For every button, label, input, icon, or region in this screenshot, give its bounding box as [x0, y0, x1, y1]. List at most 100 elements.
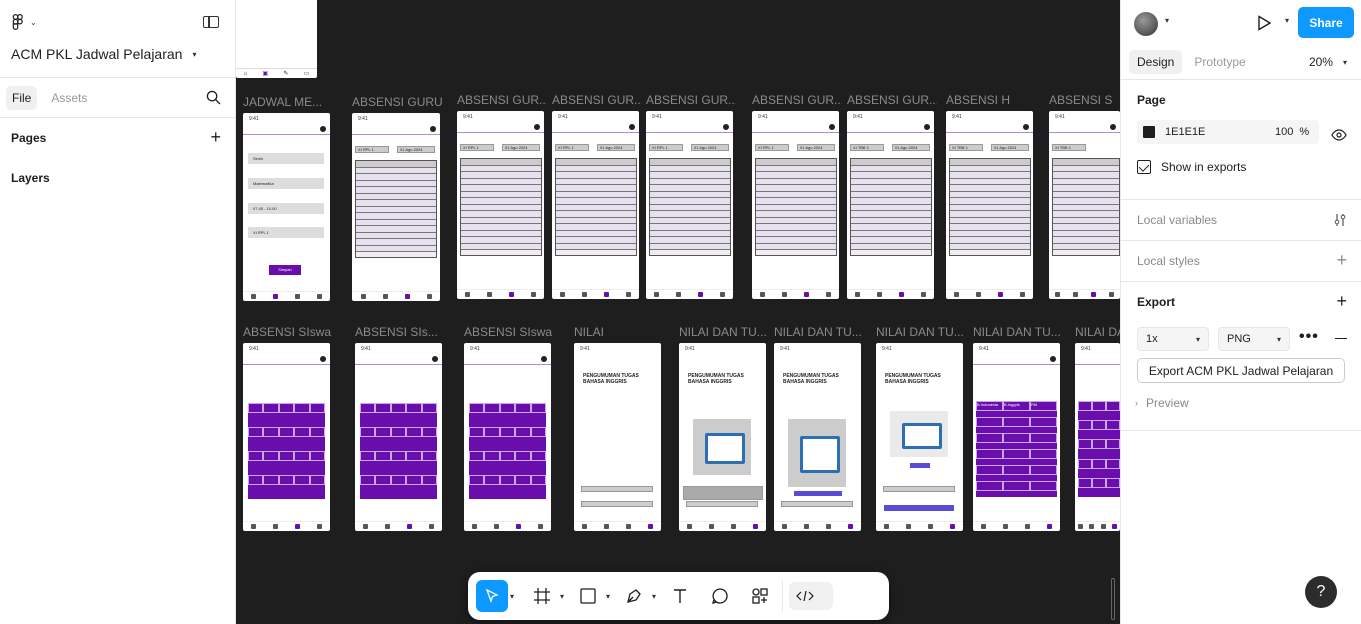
frame-nilai-tugas-3[interactable]: 9:41 PENGUMUMAN TUGAS BAHASA INGGRIS [876, 343, 963, 531]
tab-design[interactable]: Design [1129, 49, 1183, 74]
move-tool[interactable] [476, 580, 508, 612]
text-icon [674, 589, 687, 603]
frame-absensi-siswa-3[interactable]: 9:41 [464, 343, 551, 531]
frame-absensi-guru-3[interactable]: 9:41 XI RPL 1 01 Agu 2024 [552, 111, 639, 299]
frame-label[interactable]: ABSENSI H [946, 93, 1036, 107]
page-color-hex[interactable]: 1E1E1E [1165, 126, 1275, 138]
right-panel-header: ▾ ▾ Share [1121, 0, 1361, 44]
tab-prototype[interactable]: Prototype [1186, 50, 1253, 74]
frame-absensi-siswa[interactable]: 9:41 [243, 343, 330, 531]
project-name-menu[interactable]: ACM PKL Jadwal Pelajaran ▾ [11, 46, 196, 62]
chevron-down-icon[interactable]: ▾ [1285, 16, 1289, 25]
frame-label[interactable]: NILAI DAN TU... [774, 325, 864, 339]
dev-mode-toggle[interactable] [789, 582, 834, 610]
local-styles-section[interactable]: Local styles + [1121, 241, 1361, 282]
frame-absensi-h[interactable]: 9:41 XI TBB 1 01 Agu 2024 [946, 111, 1033, 299]
variables-settings-icon[interactable] [1333, 213, 1347, 227]
class-dropdown: XI TBB 1 [850, 144, 884, 151]
chevron-down-icon[interactable]: ▾ [510, 592, 514, 601]
frame-absensi-siswa-2[interactable]: 9:41 [355, 343, 442, 531]
preview-toggle[interactable]: › Preview [1135, 396, 1189, 410]
frame-label[interactable]: ABSENSI GUR... [646, 93, 736, 107]
frame-label[interactable]: ABSENSI S [1049, 93, 1120, 107]
pen-tool[interactable] [618, 580, 650, 612]
grades-grid: B.Indonesia B.Inggris PAI [976, 401, 1057, 497]
share-button[interactable]: Share [1298, 7, 1354, 38]
chevron-down-icon[interactable]: ▾ [652, 592, 656, 601]
frame-absensi-guru-4[interactable]: 9:41 XI RPL 1 01 Agu 2024 [646, 111, 733, 299]
play-icon[interactable] [1257, 15, 1271, 31]
frame-absensi-guru-6[interactable]: 9:41 XI TBB 1 01 Agu 2024 [847, 111, 934, 299]
add-export-icon[interactable]: + [1336, 292, 1347, 310]
comment-tool[interactable] [704, 580, 736, 612]
text-tool[interactable] [664, 580, 696, 612]
book-image [693, 419, 751, 475]
page-opacity[interactable]: 100 [1275, 126, 1293, 138]
chevron-down-icon[interactable]: ▾ [606, 592, 610, 601]
remove-export-icon[interactable] [1335, 338, 1347, 340]
frame-jadwal[interactable]: 9:41 Senin Matematika 07.45 - 10.00 XI R… [243, 113, 330, 301]
frame-label[interactable]: NILAI [574, 325, 664, 339]
frame-absensi-s[interactable]: 9:41 XI TBB 1 [1049, 111, 1120, 299]
export-format-select[interactable]: PNG ▾ [1218, 327, 1290, 351]
more-options-icon[interactable]: ••• [1299, 328, 1319, 346]
sidebar-toggle-icon[interactable] [203, 16, 219, 28]
page-section: Page 1E1E1E 100 % Show in exports [1121, 80, 1361, 200]
design-canvas[interactable]: ⌂ ▣ ✎ ▭ JADWAL ME... ABSENSI GURU ABSENSI G… [236, 0, 1120, 624]
frame-nilai-tabel-2[interactable]: 9:41 [1075, 343, 1120, 531]
search-icon[interactable] [206, 90, 221, 105]
frame-absensi-guru-5[interactable]: 9:41 XI RPL 1 01 Agu 2024 [752, 111, 839, 299]
local-variables-section[interactable]: Local variables [1121, 200, 1361, 241]
export-button[interactable]: Export ACM PKL Jadwal Pelajaran [1137, 358, 1345, 383]
actions-tool[interactable] [744, 580, 776, 612]
export-scale-select[interactable]: 1x ▾ [1137, 327, 1209, 351]
shape-tool[interactable] [572, 580, 604, 612]
tab-file[interactable]: File [6, 85, 38, 110]
chevron-down-icon[interactable]: ▾ [1165, 16, 1169, 25]
frame-label[interactable]: ABSENSI SIswa [464, 325, 554, 339]
add-style-icon[interactable]: + [1336, 251, 1347, 269]
chevron-right-icon: › [1135, 398, 1138, 408]
help-button[interactable]: ? [1305, 576, 1337, 608]
frame-label[interactable]: NILAI DAN TU... [876, 325, 966, 339]
eye-icon[interactable] [1331, 129, 1347, 141]
page-color-field[interactable]: 1E1E1E 100 % [1137, 120, 1319, 144]
frame-label[interactable]: ABSENSI SIs... [355, 325, 445, 339]
show-in-exports-checkbox[interactable]: Show in exports [1137, 154, 1345, 180]
frame-absensi-guru[interactable]: 9:41 XI RPL 1 01 Agu 2024 [352, 113, 440, 301]
frame-nilai-tugas[interactable]: 9:41 PENGUMUMAN TUGAS BAHASA INGGRIS [679, 343, 766, 531]
frame-label[interactable]: ABSENSI GURU [352, 95, 442, 109]
frame-icon [534, 588, 551, 604]
frame-label[interactable]: NILAI DAN TU... [679, 325, 769, 339]
frame-label[interactable]: ABSENSI GUR... [752, 93, 842, 107]
main-menu-button[interactable]: ⌄ [12, 14, 37, 30]
frame-nilai[interactable]: 9:41 PENGUMUMAN TUGAS BAHASA INGGRIS [574, 343, 661, 531]
add-page-icon[interactable]: + [210, 128, 221, 146]
calendar-grid [469, 403, 546, 499]
tab-assets[interactable]: Assets [45, 86, 93, 110]
frame-partial-top[interactable]: ⌂ ▣ ✎ ▭ [236, 0, 317, 78]
zoom-control[interactable]: 20% ▾ [1309, 55, 1347, 69]
project-name: ACM PKL Jadwal Pelajaran [11, 46, 183, 62]
frame-tool[interactable] [526, 580, 558, 612]
frame-absensi-guru-2[interactable]: 9:41 XI RPL 1 01 Agu 2024 [457, 111, 544, 299]
upload-bar [883, 486, 955, 492]
frame-label[interactable]: ABSENSI GUR... [457, 93, 547, 107]
frame-label[interactable]: ABSENSI GUR... [552, 93, 642, 107]
canvas-scrollbar[interactable] [1111, 578, 1115, 620]
frame-label[interactable]: ABSENSI SIswa [243, 325, 333, 339]
avatar[interactable] [1134, 12, 1158, 36]
local-variables-label: Local variables [1137, 213, 1218, 227]
frame-label[interactable]: ABSENSI GUR... [847, 93, 937, 107]
frame-label[interactable]: NILAI DA [1075, 325, 1120, 339]
local-styles-label: Local styles [1137, 254, 1200, 268]
frame-label[interactable]: NILAI DAN TU... [973, 325, 1063, 339]
chevron-down-icon[interactable]: ▾ [560, 592, 564, 601]
frame-nilai-tabel[interactable]: 9:41 B.Indonesia B.Inggris PAI [973, 343, 1060, 531]
color-swatch[interactable] [1143, 126, 1155, 138]
submit-bar [581, 501, 653, 507]
frame-nilai-tugas-2[interactable]: 9:41 PENGUMUMAN TUGAS BAHASA INGGRIS [774, 343, 861, 531]
frame-label[interactable]: JADWAL ME... [243, 95, 333, 109]
opacity-unit: % [1299, 126, 1310, 138]
class-dropdown: XI TBB 1 [949, 144, 983, 151]
